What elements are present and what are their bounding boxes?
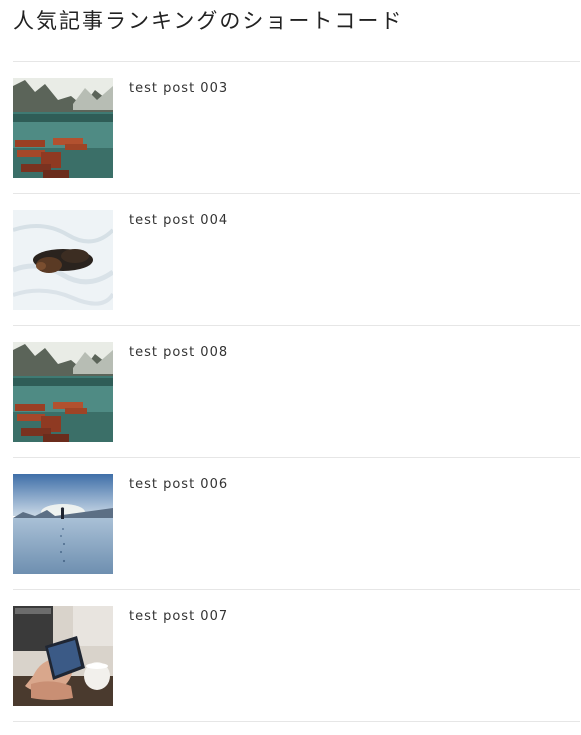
lake-boats-mountains-image — [13, 342, 113, 442]
list-item: test post 004 — [13, 193, 580, 325]
sleeping-puppy-image — [13, 210, 113, 310]
post-title-link[interactable]: test post 008 — [129, 345, 228, 361]
page-title: 人気記事ランキングのショートコード — [13, 9, 404, 33]
list-item: test post 008 — [13, 325, 580, 457]
post-thumbnail-link[interactable] — [13, 606, 113, 706]
post-thumbnail-link[interactable] — [13, 78, 113, 178]
snowy-field-person-image — [13, 474, 113, 574]
lake-boats-mountains-image — [13, 78, 113, 178]
post-thumbnail-link[interactable] — [13, 342, 113, 442]
post-title-link[interactable]: test post 004 — [129, 213, 228, 229]
list-item: test post 006 — [13, 457, 580, 589]
post-title-link[interactable]: test post 006 — [129, 477, 228, 493]
post-thumbnail-link[interactable] — [13, 474, 113, 574]
ranking-list: test post 003 test post 004 test post 00… — [13, 61, 580, 722]
post-title-link[interactable]: test post 007 — [129, 609, 228, 625]
post-thumbnail-link[interactable] — [13, 210, 113, 310]
hand-smartphone-cafe-image — [13, 606, 113, 706]
post-title-link[interactable]: test post 003 — [129, 81, 228, 97]
list-item: test post 003 — [13, 61, 580, 193]
list-item: test post 007 — [13, 589, 580, 722]
ranking-page: 人気記事ランキングのショートコード test post 003 test pos… — [0, 0, 581, 735]
